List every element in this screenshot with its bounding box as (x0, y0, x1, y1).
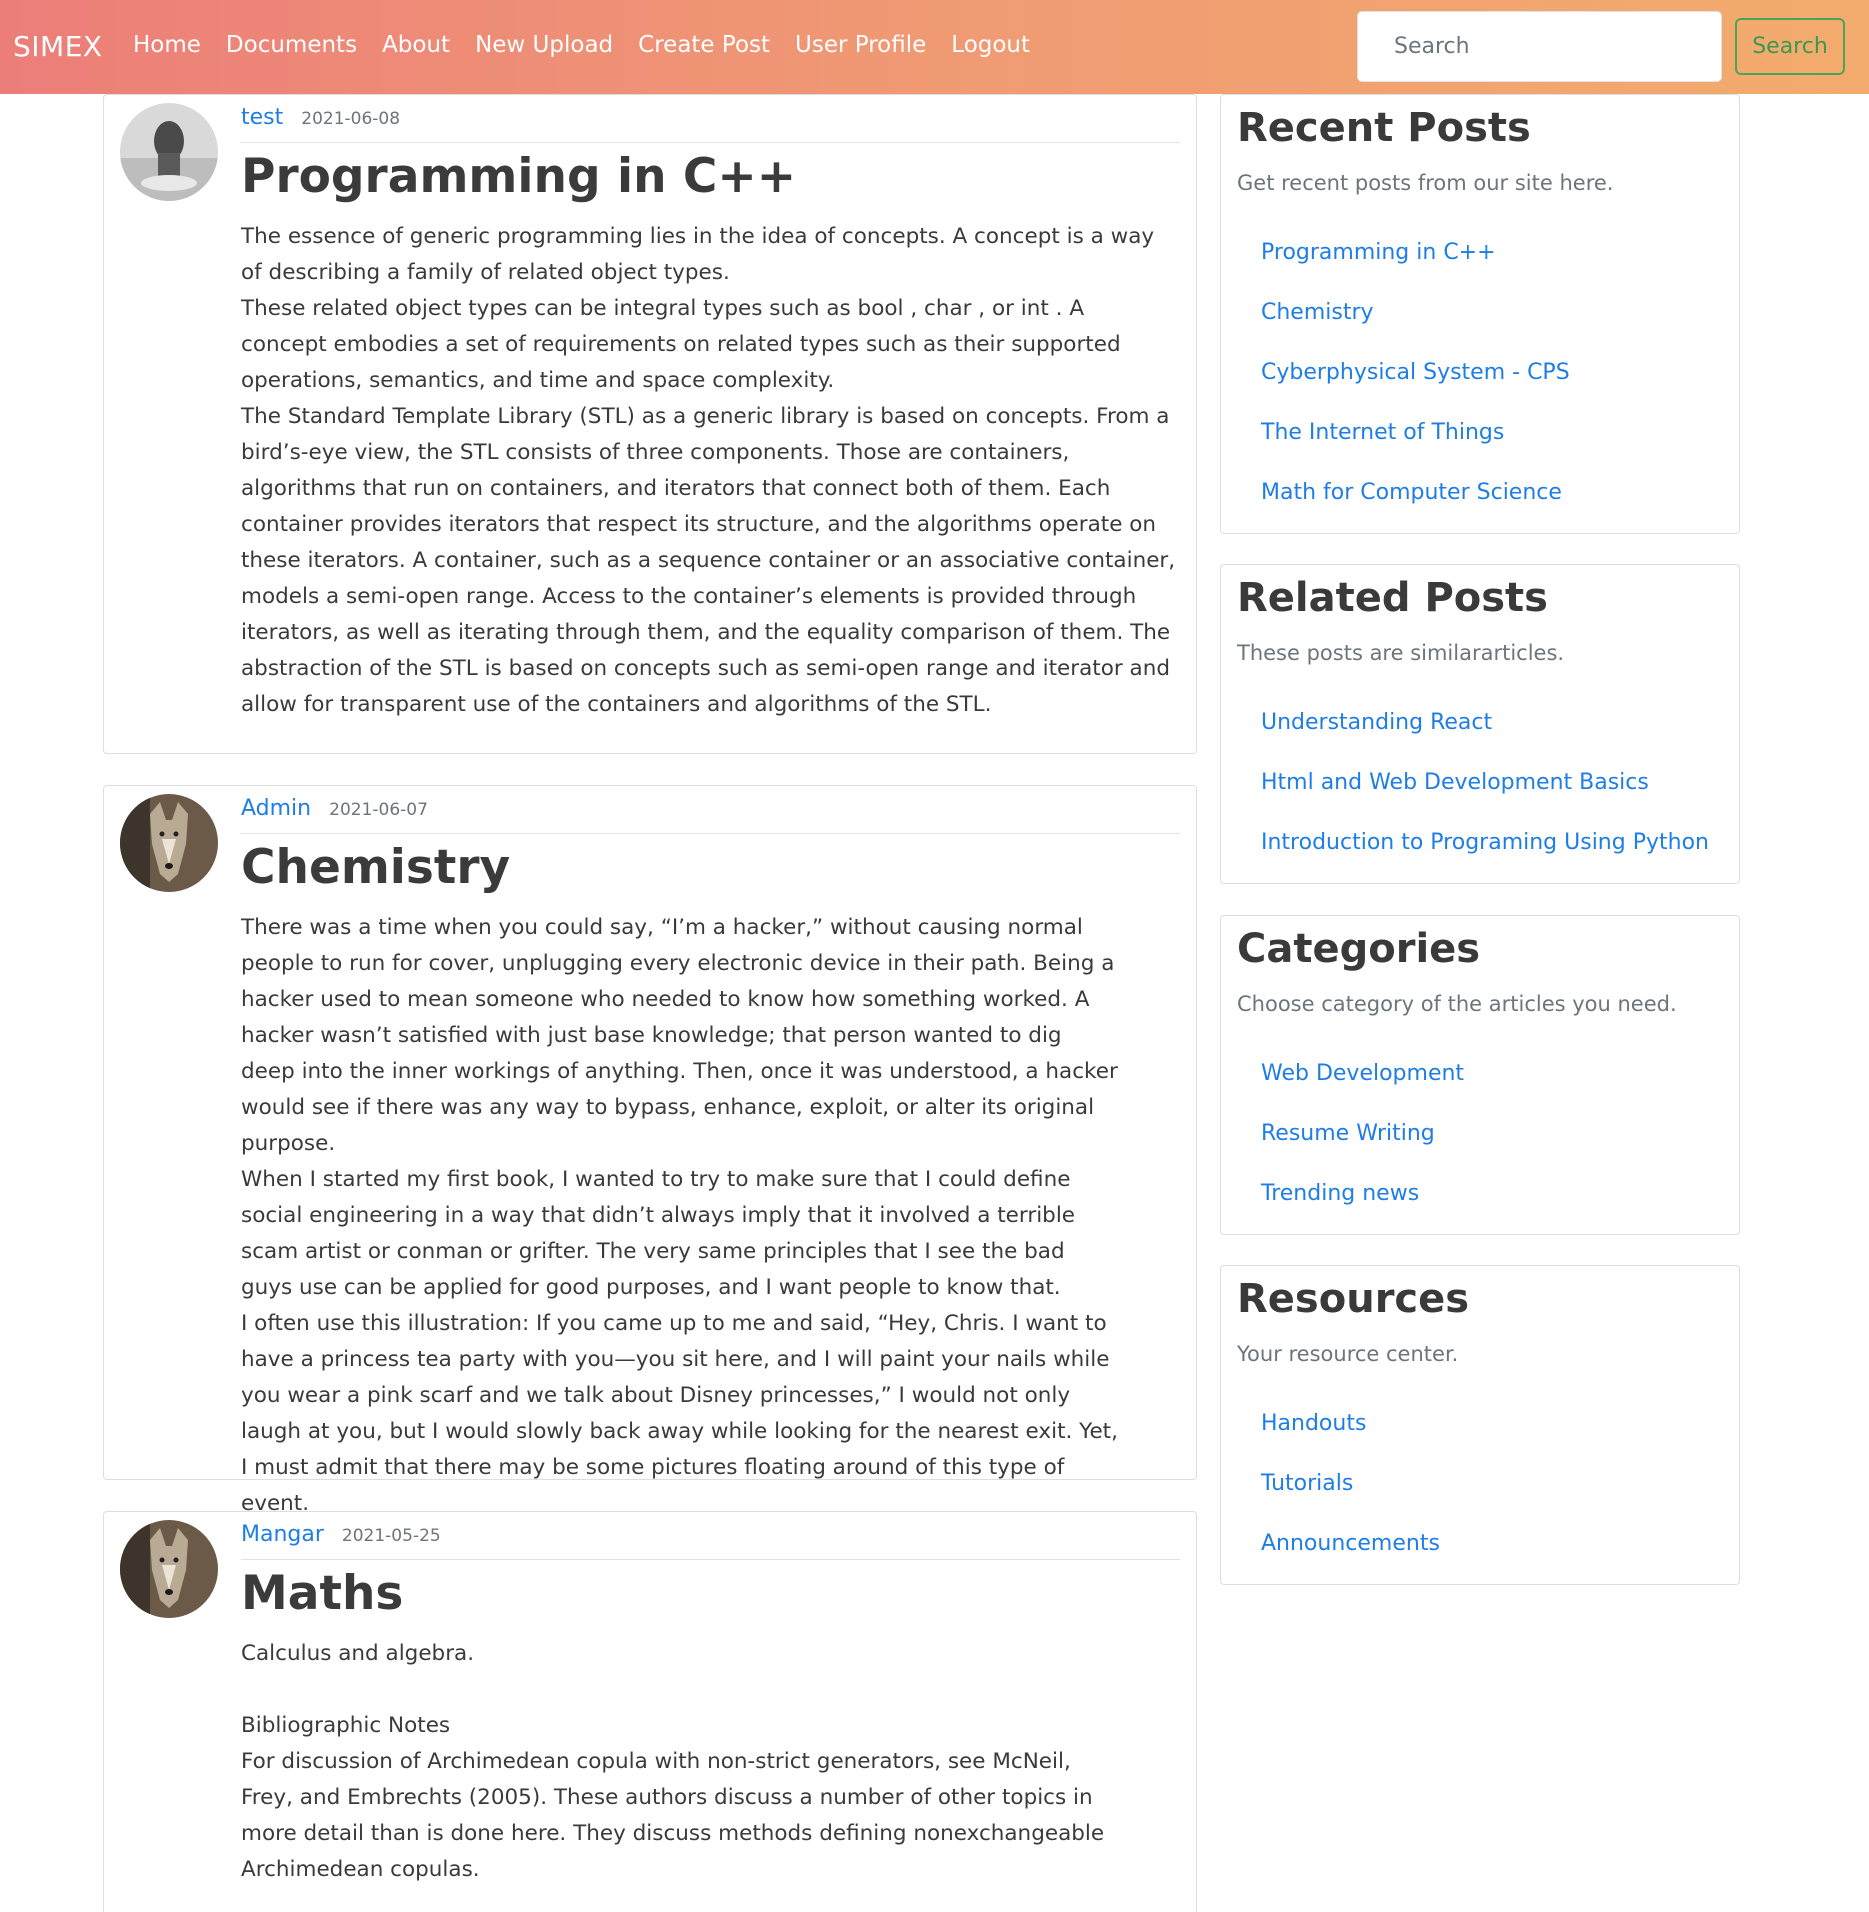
recent-posts-card: Recent Posts Get recent posts from our s… (1220, 94, 1740, 534)
post-paragraph: For discussion of Archimedean copula wit… (241, 1749, 1105, 1882)
post-body: There was a time when you could say, “I’… (241, 910, 1121, 1522)
recent-post-link[interactable]: Cyberphysical System - CPS (1261, 355, 1570, 415)
post-paragraph: There was a time when you could say, “I’… (241, 915, 1118, 1156)
post-author-link[interactable]: test (241, 105, 283, 130)
nav-logout-link[interactable]: Logout (951, 32, 1030, 58)
recent-post-link[interactable]: Programming in C++ (1261, 235, 1570, 295)
related-posts-card: Related Posts These posts are similarart… (1220, 564, 1740, 884)
post-body: Calculus and algebra. Bibliographic Note… (241, 1636, 1121, 1888)
post-card: Mangar 2021-05-25 Maths Calculus and alg… (103, 1511, 1197, 1912)
resources-card: Resources Your resource center. Handouts… (1220, 1265, 1740, 1585)
post-paragraph: The essence of generic programming lies … (241, 224, 1155, 285)
recent-post-link[interactable]: The Internet of Things (1261, 415, 1570, 475)
resources-title: Resources (1237, 1276, 1470, 1322)
brand-logo[interactable]: SIMEX (13, 30, 103, 63)
navbar: SIMEX Home Documents About New Upload Cr… (0, 0, 1869, 94)
related-posts-list: Understanding React Html and Web Develop… (1261, 705, 1709, 885)
categories-list: Web Development Resume Writing Trending … (1261, 1056, 1464, 1236)
post-paragraph: When I started my first book, I wanted t… (241, 1167, 1076, 1300)
post-title[interactable]: Chemistry (241, 840, 510, 896)
categories-title: Categories (1237, 926, 1481, 972)
post-author-link[interactable]: Mangar (241, 1522, 324, 1547)
post-paragraph: Bibliographic Notes (241, 1713, 451, 1738)
post-date: 2021-06-08 (301, 109, 401, 129)
recent-post-link[interactable]: Math for Computer Science (1261, 475, 1570, 535)
recent-posts-subtitle: Get recent posts from our site here. (1237, 171, 1614, 195)
post-body: The essence of generic programming lies … (241, 219, 1176, 723)
recent-post-link[interactable]: Chemistry (1261, 295, 1570, 355)
resource-link[interactable]: Handouts (1261, 1406, 1440, 1466)
nav-about-link[interactable]: About (382, 32, 450, 58)
post-paragraph (241, 1672, 1121, 1708)
resource-link[interactable]: Announcements (1261, 1526, 1440, 1586)
post-meta: Admin 2021-06-07 (241, 796, 1180, 834)
category-link[interactable]: Resume Writing (1261, 1116, 1464, 1176)
categories-subtitle: Choose category of the articles you need… (1237, 992, 1677, 1016)
related-post-link[interactable]: Introduction to Programing Using Python (1261, 825, 1709, 885)
related-post-link[interactable]: Understanding React (1261, 705, 1709, 765)
post-title[interactable]: Programming in C++ (241, 149, 796, 205)
related-posts-title: Related Posts (1237, 575, 1548, 621)
resource-link[interactable]: Tutorials (1261, 1466, 1440, 1526)
post-meta: test 2021-06-08 (241, 105, 1180, 143)
category-link[interactable]: Trending news (1261, 1176, 1464, 1236)
related-post-link[interactable]: Html and Web Development Basics (1261, 765, 1709, 825)
nav-documents-link[interactable]: Documents (226, 32, 357, 58)
post-title[interactable]: Maths (241, 1566, 403, 1622)
search-button[interactable]: Search (1735, 18, 1845, 75)
author-avatar[interactable] (120, 794, 218, 892)
post-date: 2021-05-25 (341, 1526, 441, 1546)
related-posts-subtitle: These posts are similararticles. (1237, 641, 1565, 665)
search-input[interactable] (1357, 11, 1722, 82)
nav-links: Home Documents About New Upload Create P… (133, 32, 1055, 58)
nav-user-profile-link[interactable]: User Profile (795, 32, 926, 58)
post-meta: Mangar 2021-05-25 (241, 1522, 1180, 1560)
resources-subtitle: Your resource center. (1237, 1342, 1459, 1366)
post-paragraph: Calculus and algebra. (241, 1641, 475, 1666)
author-avatar[interactable] (120, 1520, 218, 1618)
nav-home-link[interactable]: Home (133, 32, 201, 58)
post-paragraph: I often use this illustration: If you ca… (241, 1311, 1118, 1516)
nav-new-upload-link[interactable]: New Upload (475, 32, 613, 58)
post-card: test 2021-06-08 Programming in C++ The e… (103, 94, 1197, 754)
resources-list: Handouts Tutorials Announcements (1261, 1406, 1440, 1586)
post-paragraph: These related object types can be integr… (241, 296, 1121, 393)
post-card: Admin 2021-06-07 Chemistry There was a t… (103, 785, 1197, 1516)
post-date: 2021-06-07 (329, 800, 428, 820)
author-avatar[interactable] (120, 103, 218, 201)
post-author-link[interactable]: Admin (241, 796, 311, 821)
recent-posts-title: Recent Posts (1237, 105, 1531, 151)
categories-card: Categories Choose category of the articl… (1220, 915, 1740, 1235)
post-paragraph: The Standard Template Library (STL) as a… (241, 404, 1176, 717)
recent-posts-list: Programming in C++ Chemistry Cyberphysic… (1261, 235, 1570, 535)
category-link[interactable]: Web Development (1261, 1056, 1464, 1116)
nav-create-post-link[interactable]: Create Post (638, 32, 770, 58)
